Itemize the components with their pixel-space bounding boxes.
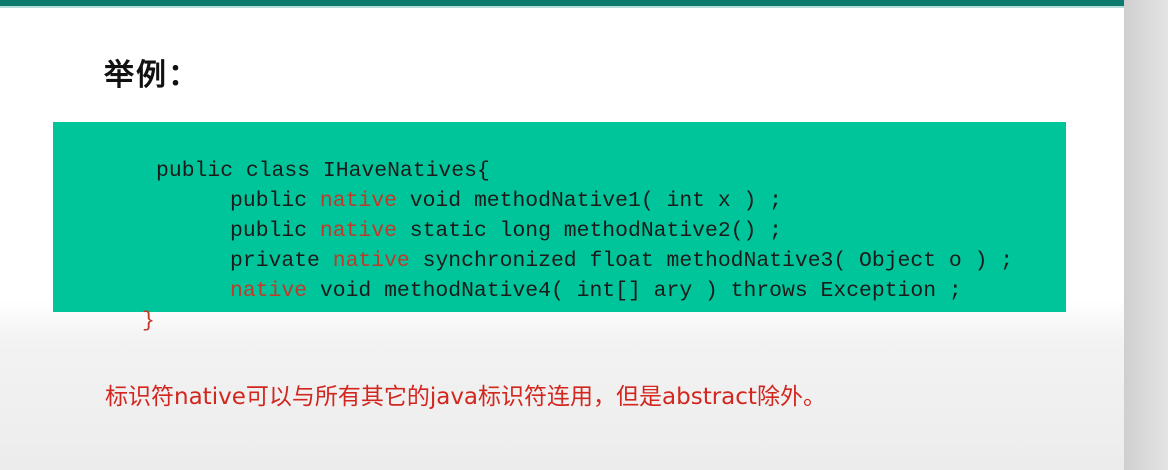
code-line-method2: public native static long methodNative2(…: [153, 186, 782, 243]
code-line-method1: public native void methodNative1( int x …: [153, 156, 782, 213]
code-line-method3: private native synchronized float method…: [153, 216, 1013, 273]
slide: 举例： public class IHaveNatives{ public na…: [0, 0, 1124, 470]
code-line-method4: native void methodNative4( int[] ary ) t…: [153, 246, 962, 303]
native-keyword: native: [230, 279, 308, 303]
top-rule-highlight: [0, 6, 1124, 8]
note-text: 标识符native可以与所有其它的java标识符连用，但是abstract除外。: [105, 384, 826, 410]
window-edge: [1124, 0, 1168, 470]
slide-heading: 举例：: [104, 58, 200, 93]
code-line-class-decl: public class IHaveNatives{: [79, 126, 490, 183]
code-text: void methodNative4( int[] ary ) throws E…: [307, 279, 962, 303]
code-line-closing-brace: }: [65, 276, 155, 333]
code-text: }: [142, 309, 155, 333]
code-block: public class IHaveNatives{ public native…: [53, 122, 1066, 333]
